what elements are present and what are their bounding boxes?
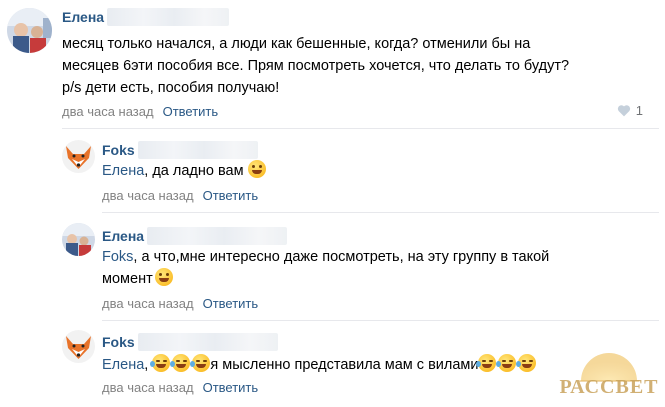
mention-link[interactable]: Елена (102, 163, 144, 179)
divider (62, 128, 659, 129)
author-surname-blurred (147, 227, 288, 245)
reply-button[interactable]: Ответить (203, 188, 259, 203)
comment-text: месяц только начался, а люди как бешенны… (62, 33, 642, 99)
author-surname-blurred (107, 8, 230, 26)
comment-body: я мысленно представила мам с вилами (210, 357, 479, 373)
author-name[interactable]: Foks (102, 334, 135, 350)
laughing-emoji-icon (496, 354, 517, 372)
author-name[interactable]: Елена (102, 228, 144, 244)
timestamp[interactable]: два часа назад (62, 104, 154, 119)
comment-text: Foks, а что,мне интересно даже посмотрет… (102, 246, 642, 290)
timestamp[interactable]: два часа назад (102, 380, 194, 395)
author-name[interactable]: Foks (102, 142, 135, 158)
rofl-emoji-icon (150, 354, 171, 372)
watermark-text: РАССВЕТ (559, 376, 659, 398)
smiling-emoji-icon (154, 268, 173, 286)
watermark-logo: РАССВЕТ (559, 341, 659, 401)
avatar[interactable] (62, 330, 95, 363)
heart-icon (617, 105, 630, 117)
laughing-emoji-icon (476, 354, 497, 372)
comment-line: p/s дети есть, пособия получаю! (62, 80, 280, 96)
comment-body: , (144, 357, 149, 373)
reply-button[interactable]: Ответить (203, 380, 259, 395)
rofl-emoji-icon (170, 354, 191, 372)
mention-link[interactable]: Foks (102, 249, 133, 265)
comment-text: Елена, да ладно вам (102, 160, 266, 182)
divider (102, 212, 659, 213)
avatar[interactable] (62, 140, 95, 173)
grinning-emoji-icon (247, 160, 266, 178)
author-surname-blurred (137, 141, 258, 159)
avatar[interactable] (62, 223, 95, 256)
avatar[interactable] (7, 8, 52, 53)
timestamp[interactable]: два часа назад (102, 188, 194, 203)
author-name[interactable]: Елена (62, 9, 104, 25)
like-count: 1 (635, 103, 643, 118)
comment-line: месяц только начался, а люди как бешенны… (62, 36, 531, 52)
comment-text: Елена, я мысленно представила мам с вила… (102, 354, 537, 376)
like-button[interactable]: 1 (617, 103, 643, 118)
timestamp[interactable]: два часа назад (102, 296, 194, 311)
laughing-emoji-icon (516, 354, 537, 372)
rofl-emoji-icon (190, 354, 211, 372)
mention-link[interactable]: Елена (102, 357, 144, 373)
comment-body: , да ладно вам (144, 163, 244, 179)
author-surname-blurred (137, 333, 278, 351)
divider (102, 320, 659, 321)
comment-line: месяцев 6эти пособия все. Прям посмотрет… (62, 58, 570, 74)
reply-button[interactable]: Ответить (203, 296, 259, 311)
comment-body: момент (102, 271, 153, 287)
reply-button[interactable]: Ответить (163, 104, 219, 119)
comment-body: , а что,мне интересно даже посмотреть, н… (133, 249, 550, 265)
